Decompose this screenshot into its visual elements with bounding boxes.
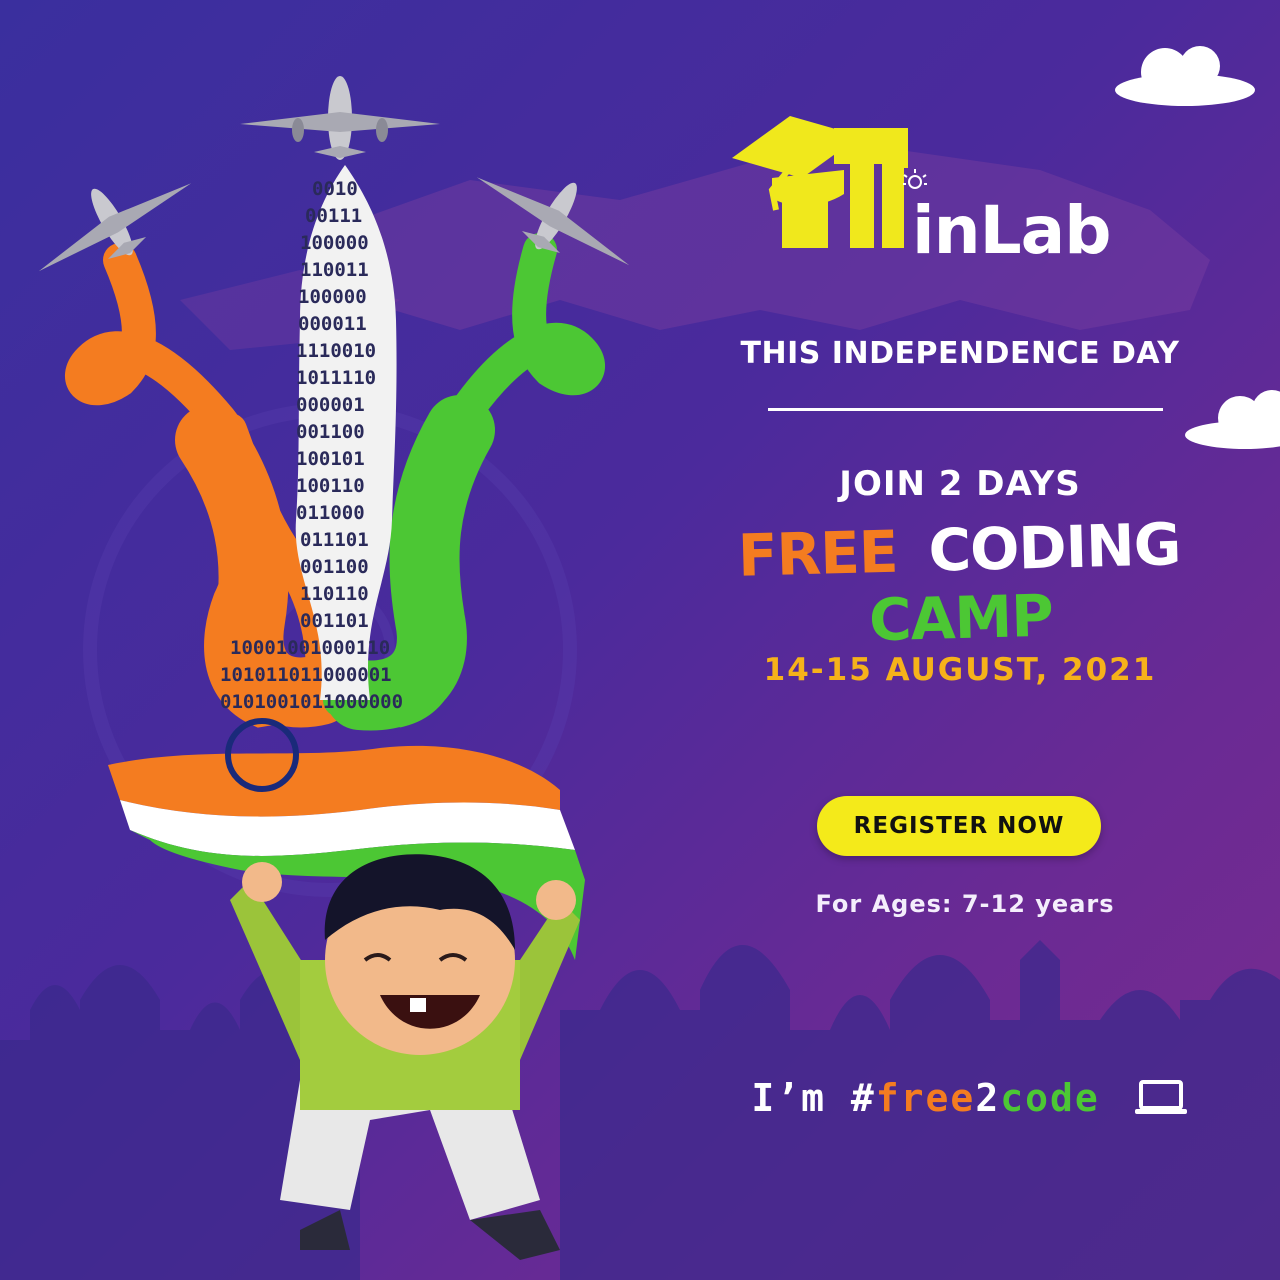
age-range: For Ages: 7-12 years (815, 890, 1115, 918)
svg-text:011101: 011101 (300, 529, 369, 551)
airplane-icon (476, 177, 630, 266)
svg-text:110011: 110011 (300, 259, 369, 281)
svg-text:1110010: 1110010 (296, 340, 376, 362)
tagline-hash: # (850, 1076, 876, 1120)
join-heading: JOIN 2 DAYS (839, 464, 1081, 504)
event-dates: 14-15 AUGUST, 2021 (763, 652, 1157, 688)
svg-text:100000: 100000 (300, 232, 369, 254)
svg-text:100101: 100101 (296, 448, 365, 470)
svg-text:0010: 0010 (312, 178, 358, 200)
camp-word-camp: CAMP (868, 581, 1054, 655)
camp-word-coding: CODING (927, 510, 1182, 585)
poster: 0010 00111 100000 110011 100000 000011 1… (0, 0, 1280, 1280)
camp-word-free: FREE (737, 517, 899, 590)
svg-text:011000: 011000 (296, 502, 365, 524)
svg-text:0101001011000000: 0101001011000000 (220, 691, 403, 713)
camp-title: FREE CODING CAMP (698, 509, 1221, 659)
tagline-free: free (875, 1076, 976, 1120)
occasion-heading: THIS INDEPENDENCE DAY (740, 336, 1180, 371)
airplane-icon (240, 76, 440, 160)
svg-text:1011110: 1011110 (296, 367, 376, 389)
heading-divider (768, 408, 1163, 411)
svg-text:001100: 001100 (296, 421, 365, 443)
tagline-two: 2 (975, 1076, 1001, 1120)
svg-text:110110: 110110 (300, 583, 369, 605)
svg-text:000011: 000011 (298, 313, 367, 335)
svg-text:100000: 100000 (298, 286, 367, 308)
brand-logo: inLab (732, 80, 1152, 264)
tagline-prefix: I’m (751, 1076, 851, 1120)
tagline-code: code (1000, 1076, 1100, 1120)
svg-text:101011011000001: 101011011000001 (220, 664, 392, 686)
svg-text:001100: 001100 (300, 556, 369, 578)
svg-text:000001: 000001 (296, 394, 365, 416)
laptop-icon (1134, 1080, 1187, 1114)
svg-text:100110: 100110 (296, 475, 365, 497)
hashtag-tagline: I’m #free2code (690, 1076, 1250, 1120)
register-now-button[interactable]: REGISTER NOW (817, 796, 1101, 856)
child-illustration (230, 854, 580, 1260)
svg-text:001101: 001101 (300, 610, 369, 632)
brand-wordmark: inLab (912, 192, 1111, 269)
svg-text:10001001000110: 10001001000110 (230, 637, 390, 659)
svg-text:00111: 00111 (305, 205, 362, 227)
